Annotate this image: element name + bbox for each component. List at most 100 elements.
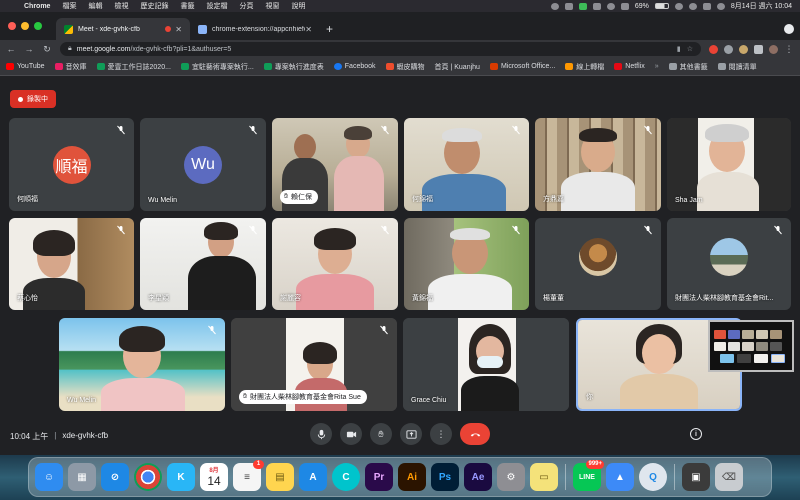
finder-icon[interactable]: ☺	[35, 463, 63, 491]
participant-tile[interactable]: 楊董董	[535, 218, 661, 310]
bookmark-facebook[interactable]: Facebook	[333, 63, 376, 70]
premiere-icon[interactable]: Pr	[365, 463, 393, 491]
safari-icon[interactable]: ⊘	[101, 463, 129, 491]
screen-recording-icon[interactable]: ▣	[682, 463, 710, 491]
system-preferences-icon[interactable]: ⚙	[497, 463, 525, 491]
volume-icon[interactable]	[620, 2, 629, 10]
menu-history[interactable]: 歷史記錄	[134, 1, 174, 11]
camera-in-use-icon[interactable]: ▮	[677, 45, 681, 53]
more-options-button[interactable]: ⋮	[430, 423, 452, 445]
menu-file[interactable]: 檔案	[56, 1, 82, 11]
participant-tile[interactable]: ✋︎ 賴仁保	[272, 118, 398, 211]
menu-view[interactable]: 檢視	[108, 1, 134, 11]
participant-tile[interactable]: 黃錦福	[404, 218, 529, 310]
address-bar[interactable]: 🔒︎ meet.google.com/xde-gvhk-cfb?pli=1&au…	[60, 42, 701, 56]
bookmark-art-project[interactable]: 宜駐藝術專案執行...	[180, 62, 254, 72]
menu-profiles[interactable]: 設定檔	[200, 1, 233, 11]
illustrator-icon[interactable]: Ai	[398, 463, 426, 491]
menu-window[interactable]: 視窗	[259, 1, 285, 11]
calendar-icon[interactable]: 8月 14	[200, 463, 228, 491]
tab-close-icon[interactable]: ✕	[175, 25, 182, 34]
chrome-menu-icon[interactable]: ⋮	[784, 44, 794, 55]
participant-tile[interactable]: ✋︎ 財團法人柴林腳教育基金會Rita Sue	[231, 318, 397, 411]
participant-tile[interactable]: 謝麗容	[272, 218, 398, 310]
participant-tile[interactable]: Wu Melin	[59, 318, 225, 411]
bookmark-netflix[interactable]: Netflix	[614, 63, 645, 70]
menu-tab[interactable]: 分頁	[233, 1, 259, 11]
battery-icon[interactable]	[654, 3, 669, 9]
participant-tile[interactable]: Grace Chiu	[403, 318, 569, 411]
line-status-icon[interactable]	[578, 2, 587, 10]
reminders-icon[interactable]: ≡ 1	[233, 460, 264, 491]
dropbox-icon[interactable]	[592, 2, 601, 10]
camera-button[interactable]	[340, 423, 362, 445]
bookmark-sound-library[interactable]: 音效庫	[54, 62, 87, 72]
participant-tile[interactable]: 何錦福	[404, 118, 529, 211]
line-icon[interactable]: LINE 999+	[573, 460, 604, 491]
bookmark-convert[interactable]: 線上轉檔	[565, 62, 604, 72]
participant-tile[interactable]: 財團法人柴林腳教育基金會Rit...	[667, 218, 791, 310]
bookmark-star-icon[interactable]: ☆	[687, 45, 693, 53]
tab-meet[interactable]: Meet - xde-gvhk-cfb ✕	[56, 18, 190, 40]
trash-icon[interactable]: ⌫	[715, 463, 743, 491]
tab-search-icon[interactable]	[784, 24, 794, 34]
profile-avatar[interactable]	[769, 44, 778, 54]
keynote-icon[interactable]: ▲	[606, 463, 634, 491]
reload-icon[interactable]: ↻	[42, 44, 52, 55]
bookmark-youtube[interactable]: YouTube	[6, 63, 45, 70]
tab-close-icon[interactable]: ✕	[305, 25, 312, 34]
close-window-button[interactable]	[8, 22, 16, 30]
adblock-extension-icon[interactable]	[709, 44, 718, 54]
bookmark-office[interactable]: Microsoft Office...	[489, 63, 555, 70]
photoshop-icon[interactable]: Ps	[431, 463, 459, 491]
bookmark-other[interactable]: 其他書籤	[668, 62, 708, 72]
participant-tile[interactable]: 蔡心怡	[9, 218, 134, 310]
menu-help[interactable]: 說明	[285, 1, 311, 11]
participant-tile[interactable]: 方鼎嘉	[535, 118, 661, 211]
back-icon[interactable]: ←	[6, 44, 16, 54]
app-store-icon[interactable]: A	[299, 463, 327, 491]
launchpad-icon[interactable]: ▦	[68, 463, 96, 491]
quicktime-icon[interactable]: Q	[639, 463, 667, 491]
after-effects-icon[interactable]: Ae	[464, 463, 492, 491]
extension-icon[interactable]	[724, 44, 733, 54]
cloud-icon[interactable]	[606, 2, 615, 10]
kuanjhu-icon[interactable]: K	[167, 463, 195, 491]
search-icon[interactable]	[688, 2, 697, 10]
leave-call-button[interactable]	[460, 423, 490, 445]
participant-tile[interactable]: 順福 何順福	[9, 118, 134, 211]
cat-extension-icon[interactable]	[739, 44, 748, 54]
bookmark-kuanjhu[interactable]: 首頁 | Kuanjhu	[435, 62, 480, 72]
present-button[interactable]	[400, 423, 422, 445]
siri-icon[interactable]	[716, 2, 725, 10]
menu-edit[interactable]: 編輯	[82, 1, 108, 11]
microphone-button[interactable]	[310, 423, 332, 445]
menu-app-name[interactable]: Chrome	[18, 3, 56, 10]
zoom-window-button[interactable]	[34, 22, 42, 30]
notes-icon[interactable]: ▤	[266, 463, 294, 491]
new-tab-icon[interactable]: +	[326, 22, 333, 36]
menubar-clock[interactable]: 8月14日 週六 10:04	[731, 1, 792, 11]
canva-icon[interactable]: C	[332, 463, 360, 491]
bookmark-shopee[interactable]: 蝦皮購物	[385, 62, 425, 72]
tab-extension[interactable]: chrome-extension://appcnhiefcid ✕	[190, 18, 320, 40]
participant-tile[interactable]: Sha Jam	[667, 118, 791, 211]
raise-hand-button[interactable]: ✋︎	[370, 423, 392, 445]
participant-tile[interactable]: 李星穎	[140, 218, 266, 310]
forward-icon[interactable]: →	[24, 44, 34, 54]
bookmark-progress-sheet[interactable]: 專案執行進度表	[263, 62, 324, 72]
display-icon[interactable]	[564, 2, 573, 10]
meeting-details-icon[interactable]: i	[690, 428, 702, 440]
chrome-icon[interactable]	[134, 463, 162, 491]
screenshot-preview-thumbnail[interactable]	[708, 320, 794, 372]
control-center-icon[interactable]	[702, 2, 711, 10]
participant-tile[interactable]: Wu Wu Melin	[140, 118, 266, 211]
minimize-window-button[interactable]	[21, 22, 29, 30]
stickies-icon[interactable]: ▭	[530, 463, 558, 491]
puzzle-icon[interactable]	[754, 44, 763, 54]
bookmarks-overflow-icon[interactable]: »	[655, 63, 659, 70]
recording-badge[interactable]: 錄製中	[10, 90, 56, 108]
lock-icon[interactable]: 🔒︎	[68, 45, 72, 53]
menu-bookmarks[interactable]: 書籤	[174, 1, 200, 11]
bookmark-work-log[interactable]: 愛壹工作日誌2020...	[96, 62, 171, 72]
